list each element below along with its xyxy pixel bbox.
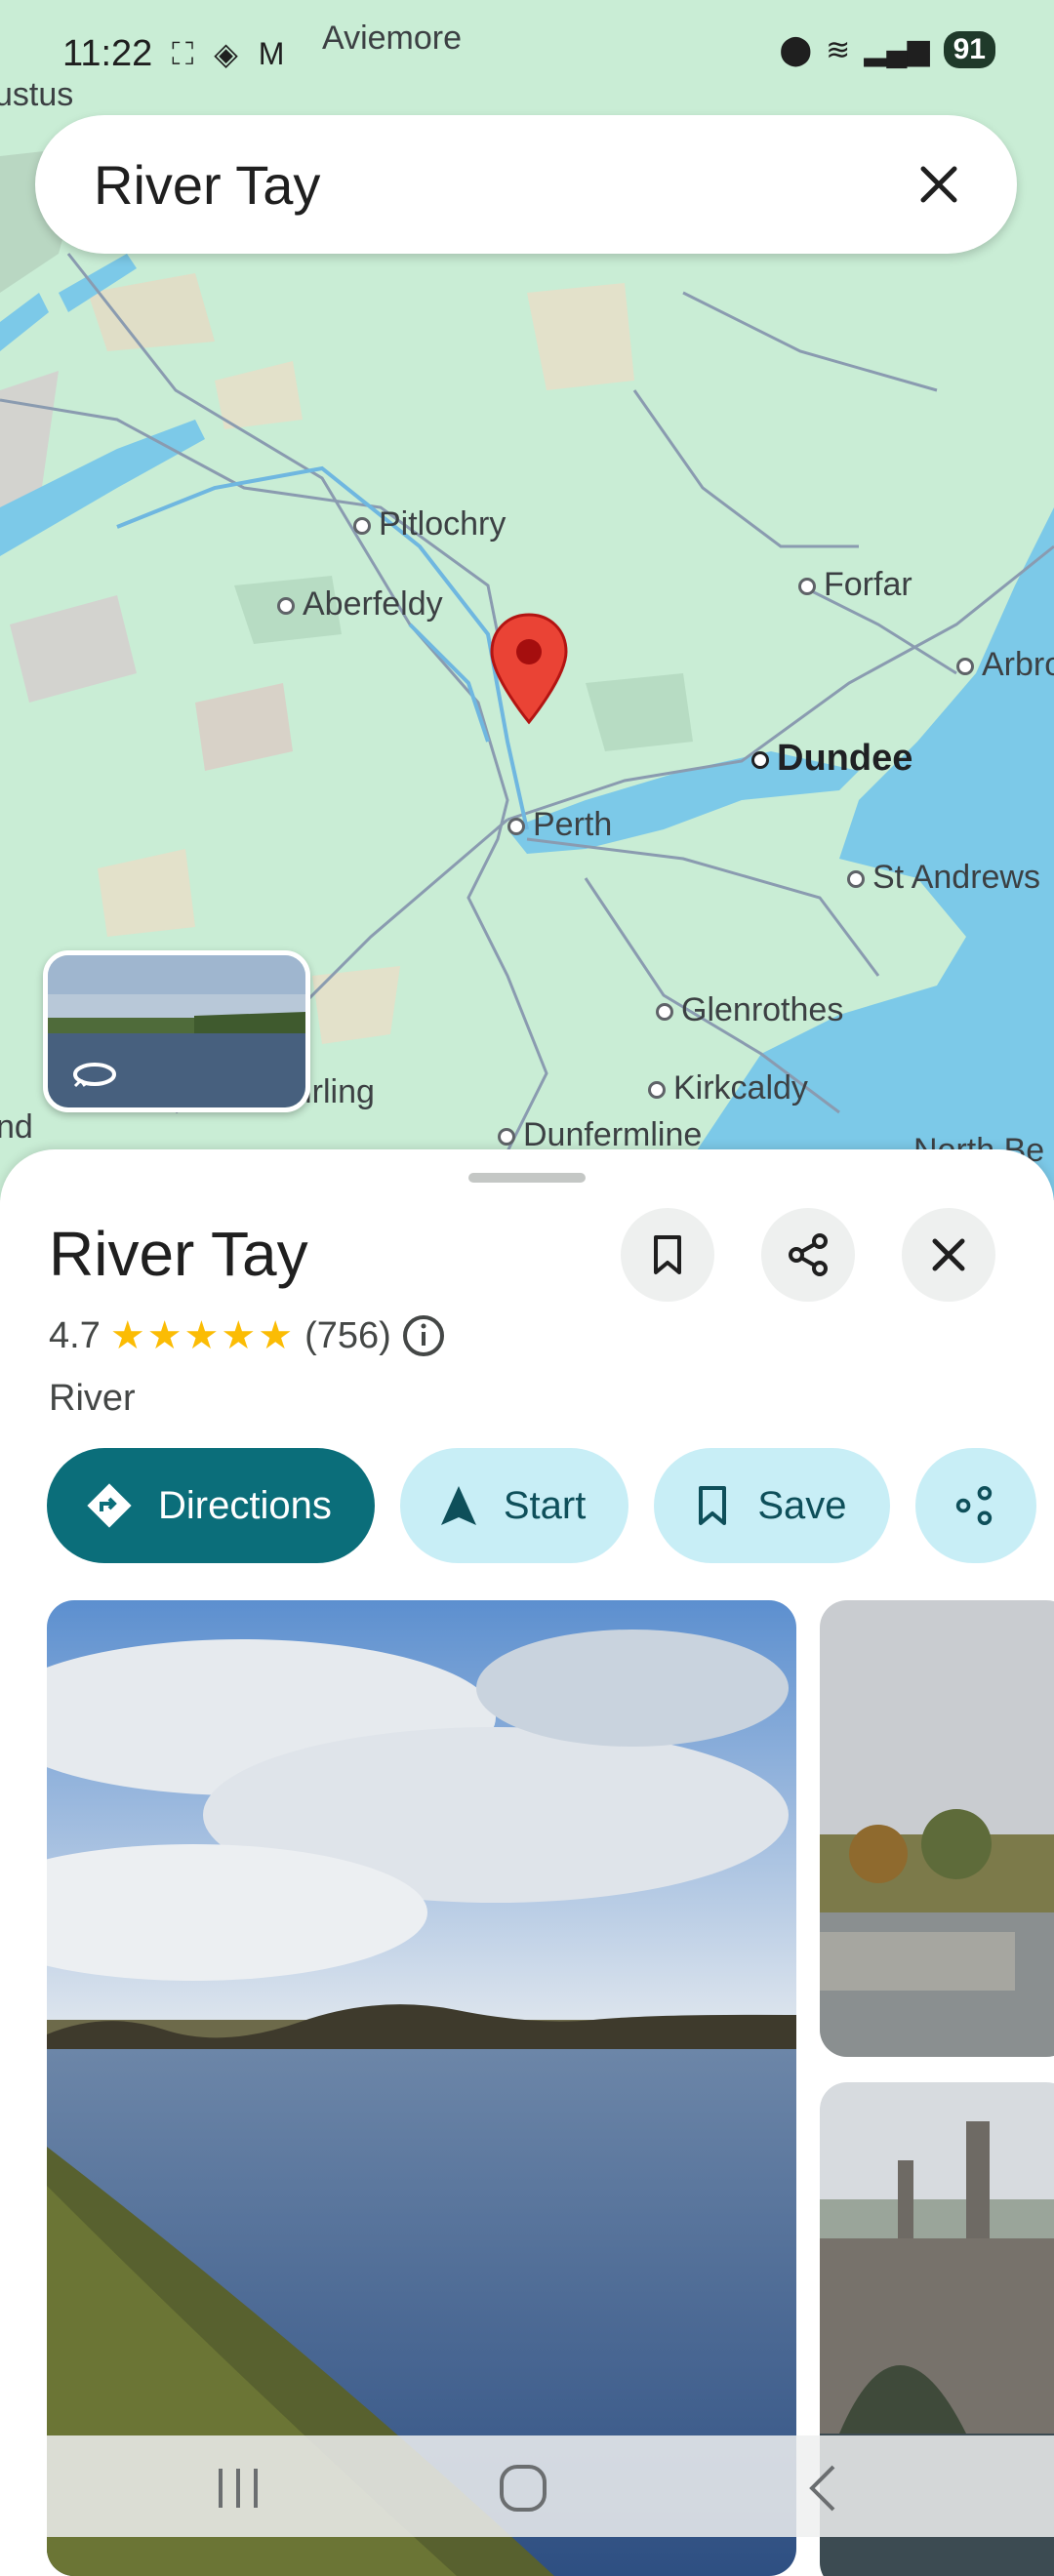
- place-sheet: River Tay 4.7 ★★★★★ (756) River Directio…: [0, 1149, 1054, 2576]
- map-label-glenrothes: Glenrothes: [656, 991, 843, 1029]
- navigation-arrow-icon: [440, 1486, 476, 1525]
- location-icon: ⬤: [779, 33, 813, 66]
- review-count: (756): [304, 1314, 391, 1356]
- share-icon: [955, 1486, 992, 1525]
- bookmark-icon: [699, 1486, 727, 1525]
- map-label-kirkcaldy: Kirkcaldy: [648, 1069, 808, 1107]
- directions-label: Directions: [158, 1483, 332, 1527]
- map-label-aberfeldy: Aberfeldy: [277, 585, 443, 624]
- map-label-perth: Perth: [507, 806, 612, 844]
- share-icon: [789, 1233, 828, 1276]
- rating-value: 4.7: [49, 1314, 101, 1356]
- status-bar: 11:22 ⛶ ◈ M ⬤ ≋ ▂▄▆ 91: [0, 0, 1054, 107]
- place-photo-main[interactable]: [47, 1600, 796, 2576]
- notification-icons: ⛶ ◈ M: [172, 36, 291, 71]
- recent-apps-icon[interactable]: [213, 2465, 264, 2512]
- start-button[interactable]: Start: [399, 1448, 629, 1563]
- street-view-360-icon: [73, 1063, 116, 1088]
- rating-row[interactable]: 4.7 ★★★★★ (756): [49, 1313, 446, 1358]
- close-icon: [932, 1238, 965, 1271]
- save-label: Save: [757, 1483, 847, 1527]
- sheet-drag-handle[interactable]: [468, 1173, 586, 1183]
- battery-indicator: 91: [943, 31, 995, 68]
- map-label-pitlochry: Pitlochry: [353, 505, 506, 543]
- share-button[interactable]: [761, 1208, 855, 1302]
- place-photo-2[interactable]: [820, 1600, 1054, 2057]
- bookmark-icon: [654, 1235, 681, 1274]
- share-chip[interactable]: [914, 1448, 1036, 1563]
- place-title: River Tay: [49, 1219, 308, 1289]
- location-pin-icon[interactable]: [488, 613, 570, 726]
- bookmark-button[interactable]: [621, 1208, 714, 1302]
- search-query[interactable]: River Tay: [94, 153, 900, 217]
- start-label: Start: [503, 1483, 587, 1527]
- home-icon[interactable]: [496, 2461, 550, 2516]
- wifi-icon: ≋: [826, 33, 851, 66]
- map-label-st-andrews: St Andrews: [847, 859, 1040, 897]
- directions-icon: [87, 1483, 132, 1528]
- back-icon[interactable]: [802, 2461, 841, 2516]
- info-icon[interactable]: [401, 1313, 446, 1358]
- map-label-arbroath: Arbro: [956, 646, 1054, 684]
- street-view-thumbnail[interactable]: [43, 950, 310, 1112]
- place-category: River: [49, 1378, 136, 1419]
- system-nav-bar: [47, 2435, 1054, 2537]
- signal-icon: ▂▄▆: [864, 33, 930, 66]
- status-time: 11:22: [62, 33, 153, 74]
- save-button[interactable]: Save: [654, 1448, 890, 1563]
- directions-button[interactable]: Directions: [47, 1448, 375, 1563]
- close-icon: [920, 166, 957, 203]
- action-chips: Directions Start Save: [47, 1448, 1036, 1563]
- clear-search-button[interactable]: [900, 145, 978, 223]
- map-label-forfar: Forfar: [798, 566, 912, 604]
- map-label-edge: nd: [0, 1108, 33, 1146]
- star-rating: ★★★★★: [109, 1314, 296, 1357]
- search-bar[interactable]: River Tay: [35, 115, 1017, 254]
- map-label-dundee: Dundee: [751, 738, 912, 780]
- close-sheet-button[interactable]: [902, 1208, 995, 1302]
